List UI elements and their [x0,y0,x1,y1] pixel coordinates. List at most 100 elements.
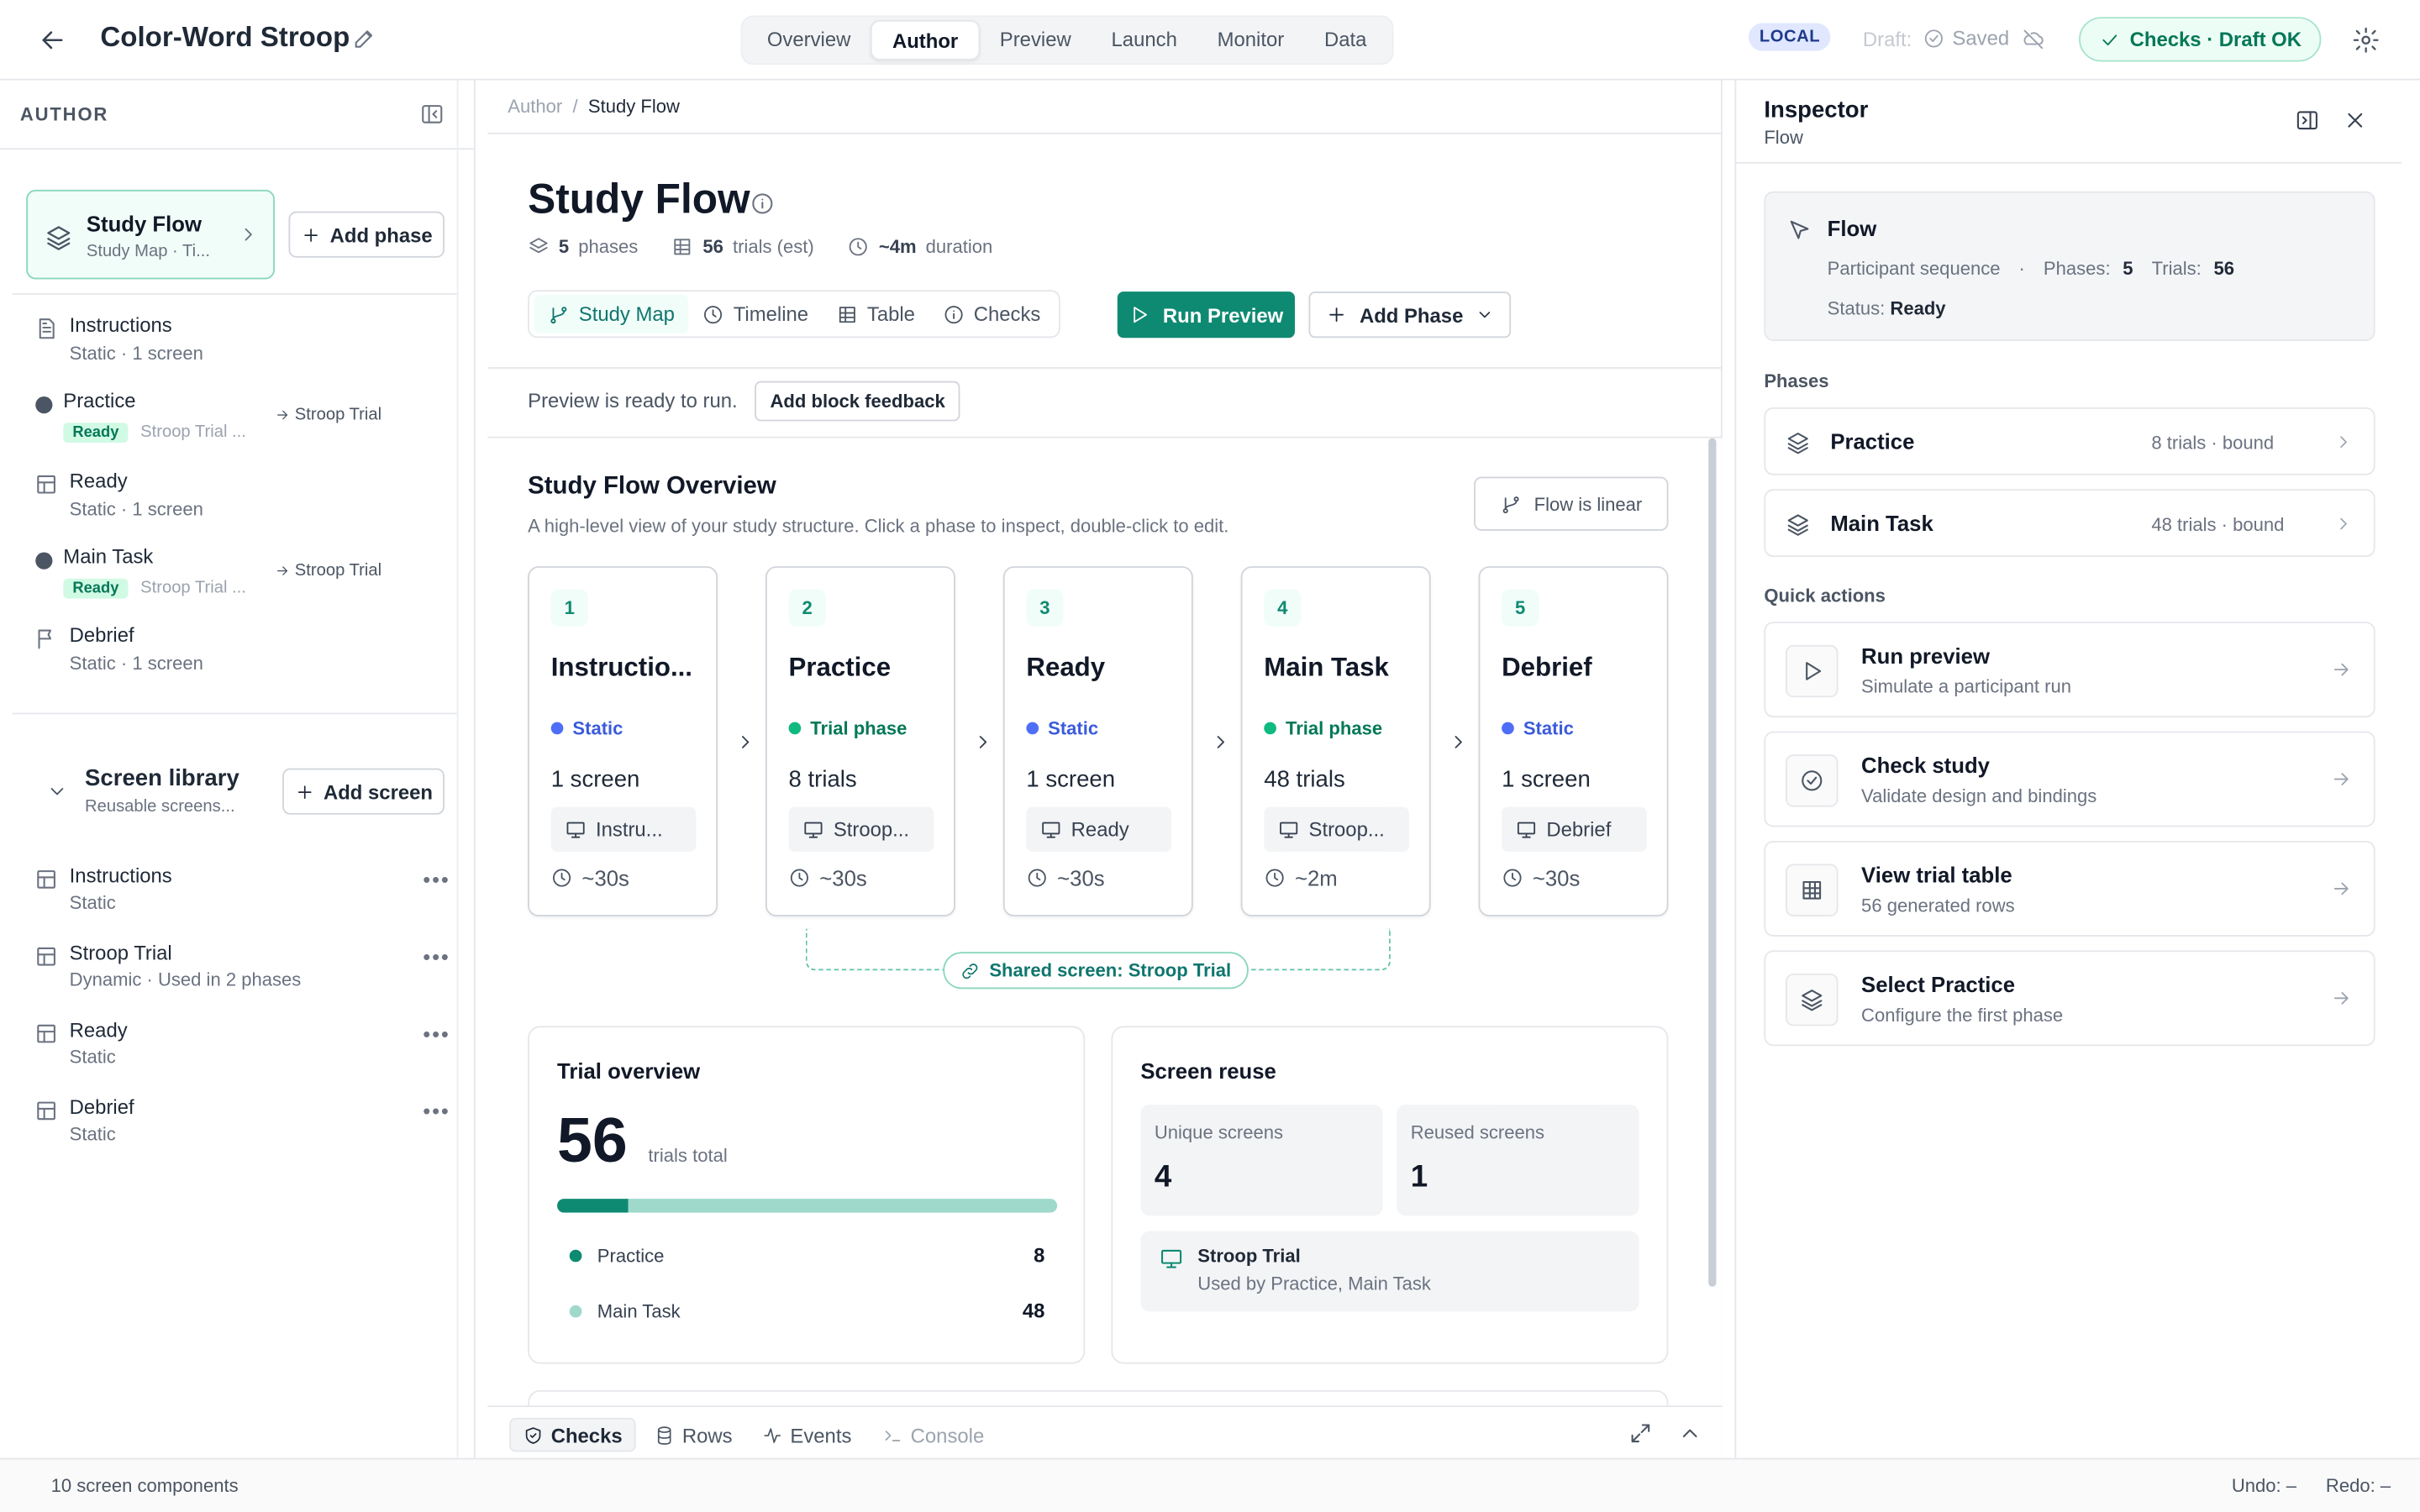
inspector-resize-handle[interactable] [1723,81,1737,1458]
screen-link[interactable]: Stroop Trial [275,562,381,580]
overview-title: Study Flow Overview [528,473,776,501]
shield-icon [525,1426,541,1443]
quick-action-select-practice[interactable]: Select Practice Configure the first phas… [1764,950,2375,1047]
sidebar-phase-ready[interactable]: Ready Static · 1 screen [34,469,450,530]
cursor-icon [1787,218,1812,242]
phase-card[interactable]: 5 Debrief Static 1 screen Debrief ~30s [1478,566,1669,916]
quick-action-check-study[interactable]: Check study Validate design and bindings [1764,731,2375,827]
tab-author[interactable]: Author [871,19,980,60]
tab-events-panel[interactable]: Events [750,1418,864,1452]
undo-status[interactable]: Undo: – [2232,1475,2296,1497]
tab-label: Console [910,1423,985,1446]
library-item-stroop-trial[interactable]: Stroop Trial Dynamic · Used in 2 phases … [34,941,450,1002]
legend-dot [569,1304,582,1317]
flow-chevron-icon [734,732,756,753]
add-phase-dropdown-button[interactable]: Add Phase [1308,291,1512,339]
tab-timeline[interactable]: Timeline [688,295,822,333]
chevron-up-icon[interactable] [1677,1421,1702,1446]
tab-overview[interactable]: Overview [747,20,871,60]
gear-icon[interactable] [2352,26,2380,54]
sidebar-phase-practice[interactable]: Practice Ready Stroop Trial ... Stroop T… [34,389,450,450]
trials-label: trials (est) [732,236,814,258]
library-item-ready[interactable]: Ready Static ••• [34,1018,450,1079]
phase-card[interactable]: 3 Ready Static 1 screen Ready ~30s [1002,566,1193,916]
tab-monitor[interactable]: Monitor [1197,20,1304,60]
link-icon [962,963,978,979]
back-arrow-icon[interactable] [37,24,68,55]
tab-console-panel[interactable]: Console [871,1418,997,1452]
more-options-icon[interactable]: ••• [423,1021,450,1046]
more-options-icon[interactable]: ••• [423,1099,450,1123]
phase-screen-chip[interactable]: Debrief [1502,806,1647,852]
more-options-icon[interactable]: ••• [423,867,450,891]
add-phase-button[interactable]: Add phase [288,211,445,258]
add-block-feedback-button[interactable]: Add block feedback [755,381,961,422]
tab-data[interactable]: Data [1304,20,1386,60]
phase-card[interactable]: 1 Instructio... Static 1 screen Instru... ~30… [528,566,718,916]
screen-library-title: Screen library [85,765,239,792]
inspector-header: Inspector Flow [1736,81,2402,164]
scrollbar[interactable] [1708,438,1717,1287]
tab-checks[interactable]: Checks [929,295,1054,333]
tab-rows-panel[interactable]: Rows [642,1418,744,1452]
arrow-right-icon [2330,878,2352,900]
tab-preview[interactable]: Preview [980,20,1092,60]
breadcrumb-parent[interactable]: Author [508,96,562,118]
run-preview-button[interactable]: Run Preview [1117,291,1295,339]
screen-link[interactable]: Stroop Trial [275,406,381,424]
library-item-instructions[interactable]: Instructions Static ••• [34,864,450,926]
tab-launch[interactable]: Launch [1092,20,1197,60]
dock-panel-icon[interactable] [2295,108,2319,133]
screen-reuse-title: Screen reuse [1140,1058,1276,1084]
phase-card[interactable]: 2 Practice Trial phase 8 trials Stroop... ~30… [765,566,955,916]
more-options-icon[interactable]: ••• [423,944,450,969]
redo-status[interactable]: Redo: – [2326,1475,2391,1497]
sidebar-phase-main-task[interactable]: Main Task Ready Stroop Trial ... Stroop … [34,544,450,606]
info-icon[interactable] [750,192,775,216]
shared-screen-label: Shared screen: Stroop Trial [989,959,1232,982]
quick-action-view-trial-table[interactable]: View trial table 56 generated rows [1764,841,2375,937]
chevron-down-icon[interactable] [46,780,68,802]
phase-screen-chip[interactable]: Stroop... [788,806,934,852]
flow-linear-button[interactable]: Flow is linear [1474,476,1669,531]
checks-status-button[interactable]: Checks · Draft OK [2079,17,2322,62]
collapse-sidebar-icon[interactable] [420,102,445,126]
status-bar: 10 screen components Undo: – Redo: – [0,1457,2420,1512]
study-flow-card[interactable]: Study Flow Study Map · Ti... [26,189,275,280]
cloud-off-icon [2022,28,2045,51]
sidebar-phase-debrief[interactable]: Debrief Static · 1 screen [34,623,450,685]
quick-action-run-preview[interactable]: Run preview Simulate a participant run [1764,622,2375,718]
chevron-right-icon [238,223,260,245]
phase-number: 3 [1026,589,1064,627]
phase-screen-chip[interactable]: Ready [1026,806,1172,852]
phase-sub: Static · 1 screen [69,498,203,520]
phase-card[interactable]: 4 Main Task Trial phase 48 trials Stroop... ~… [1240,566,1431,916]
inspector-phase-practice[interactable]: Practice 8 trials · bound [1764,407,2375,475]
phase-screen-chip[interactable]: Stroop... [1264,806,1409,852]
phase-screen-chip[interactable]: Instru... [550,806,697,852]
phase-name: Main Task [1830,510,1933,536]
shared-screen-badge[interactable]: Shared screen: Stroop Trial [943,952,1249,990]
phase-duration: ~30s [1026,865,1105,890]
tab-study-map[interactable]: Study Map [534,294,689,333]
close-icon[interactable] [2343,108,2367,133]
layers-icon [1786,512,1810,537]
breadcrumb-separator: / [572,95,578,118]
inspector-phase-main-task[interactable]: Main Task 48 trials · bound [1764,489,2375,558]
clock-icon [553,869,571,887]
library-item-name: Debrief [69,1095,134,1119]
phase-screen-label: Instru... [595,817,663,842]
expand-icon[interactable] [1628,1421,1653,1446]
phases-section-label: Phases [1764,370,1829,392]
tab-table[interactable]: Table [823,295,929,333]
sidebar-resize-handle[interactable] [456,80,476,1458]
sidebar-phase-instructions[interactable]: Instructions Static · 1 screen [34,313,450,375]
flow-overview-panel: Study Flow Overview A high-level view of… [487,438,1723,1408]
reused-screen-item[interactable]: Stroop Trial Used by Practice, Main Task [1140,1231,1639,1312]
phase-card-name: Practice [788,652,892,682]
tab-checks-panel[interactable]: Checks [509,1417,637,1452]
add-screen-button[interactable]: Add screen [282,768,445,815]
library-item-debrief[interactable]: Debrief Static ••• [34,1095,450,1157]
pencil-icon[interactable] [352,26,376,50]
tab-label: Table [866,302,915,326]
